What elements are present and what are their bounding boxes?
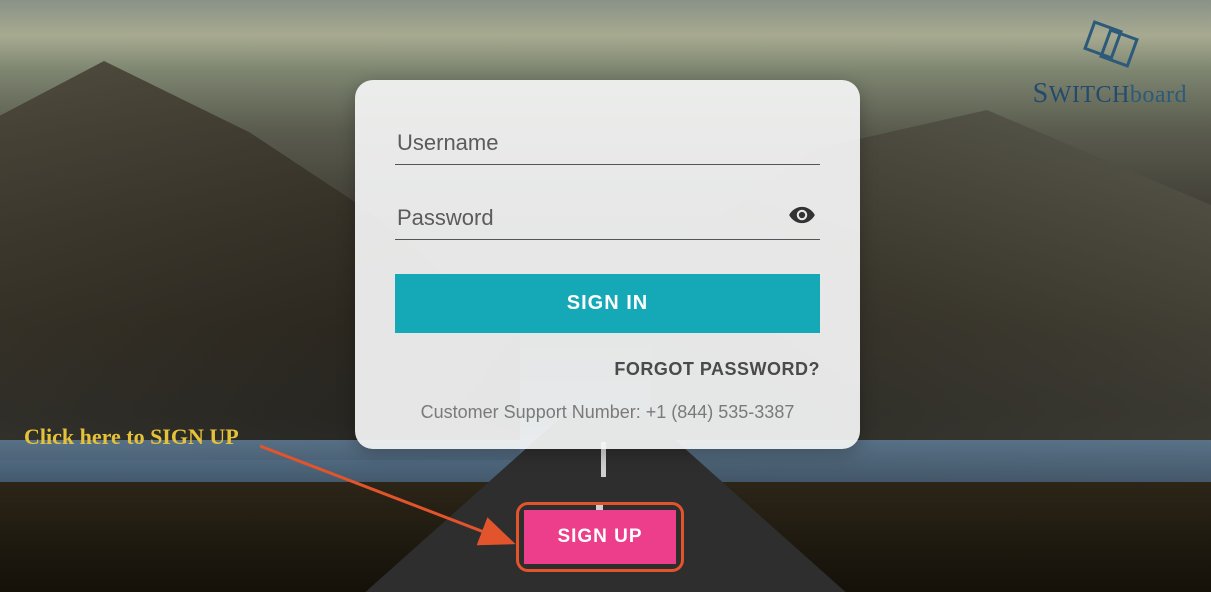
logo-squares-icon bbox=[1075, 20, 1145, 76]
sign-in-button[interactable]: SIGN IN bbox=[395, 274, 820, 333]
annotation-callout-text: Click here to SIGN UP bbox=[24, 424, 239, 450]
forgot-password-link[interactable]: FORGOT PASSWORD? bbox=[395, 359, 820, 380]
password-field-wrap bbox=[395, 199, 820, 240]
brand-logo: SWITCHboard bbox=[1033, 20, 1187, 110]
support-number-text: Customer Support Number: +1 (844) 535-33… bbox=[395, 402, 820, 423]
signup-highlight-box: SIGN UP bbox=[516, 502, 684, 572]
show-password-icon[interactable] bbox=[788, 201, 816, 229]
brand-name: SWITCHboard bbox=[1033, 78, 1187, 110]
username-field-wrap bbox=[395, 124, 820, 165]
background-image: SWITCHboard SIGN IN FORGOT PASSWORD? Cus… bbox=[0, 0, 1211, 592]
brand-name-mid: WITCH bbox=[1049, 82, 1130, 108]
sign-up-button[interactable]: SIGN UP bbox=[524, 510, 676, 564]
brand-name-cap: S bbox=[1033, 78, 1049, 109]
brand-name-accent: board bbox=[1130, 82, 1187, 108]
login-card: SIGN IN FORGOT PASSWORD? Customer Suppor… bbox=[355, 80, 860, 449]
username-input[interactable] bbox=[395, 124, 820, 165]
password-input[interactable] bbox=[395, 199, 820, 240]
